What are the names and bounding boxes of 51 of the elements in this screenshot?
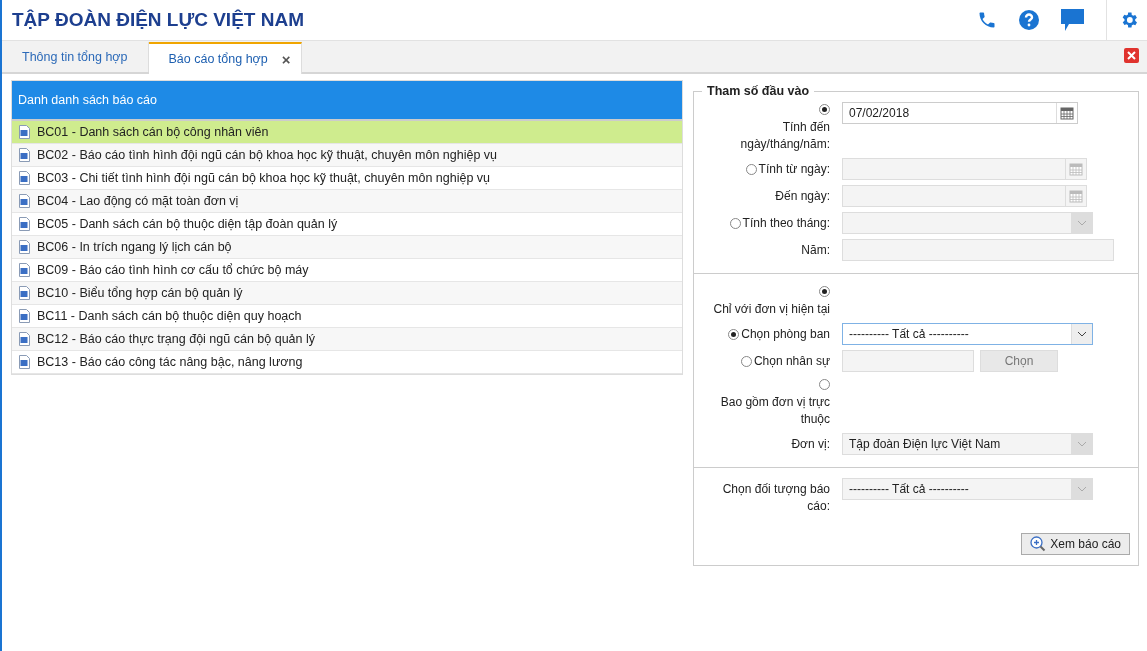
document-icon <box>18 125 31 139</box>
document-icon <box>18 332 31 346</box>
document-icon <box>18 309 31 323</box>
document-icon <box>18 171 31 185</box>
document-icon <box>18 217 31 231</box>
field-label: Đơn vị: <box>791 436 830 453</box>
field-label: Chọn đối tượng báo cáo: <box>721 481 830 515</box>
field-label: Năm: <box>801 242 830 259</box>
parameters-title: Tham số đầu vào <box>706 84 811 98</box>
calendar-icon[interactable] <box>1060 106 1074 120</box>
radio-button[interactable] <box>728 329 740 340</box>
report-list-item[interactable]: BC01 - Danh sách cán bộ công nhân viên <box>12 121 682 144</box>
document-icon <box>18 286 31 300</box>
report-list-item[interactable]: BC04 - Lao động có mặt toàn đơn vị <box>12 190 682 213</box>
document-icon <box>18 263 31 277</box>
document-icon <box>18 194 31 208</box>
zoom-in-icon <box>1030 536 1047 552</box>
view-report-button[interactable]: Xem báo cáo <box>1021 533 1130 555</box>
field-label: Chọn nhân sự <box>753 353 830 370</box>
close-icon[interactable] <box>1124 48 1139 63</box>
radio-button[interactable] <box>740 356 752 367</box>
report-list-item[interactable]: BC06 - In trích ngang lý lịch cán bộ <box>12 236 682 259</box>
organization-title: TẬP ĐOÀN ĐIỆN LỰC VIỆT NAM <box>12 9 304 31</box>
date-field[interactable]: 07/02/2018 <box>842 102 1078 124</box>
panel-title: Danh danh sách báo cáo <box>18 93 157 107</box>
radio-button[interactable] <box>819 286 830 297</box>
chat-icon[interactable] <box>1061 9 1084 31</box>
document-icon <box>18 148 31 162</box>
report-list-item[interactable]: BC10 - Biểu tổng hợp cán bộ quản lý <box>12 282 682 305</box>
report-list-item[interactable]: BC02 - Báo cáo tình hình đội ngũ cán bộ khoa học kỹ thuật, chuyên môn nghiệp vụ <box>12 144 682 167</box>
radio-button[interactable] <box>745 164 757 175</box>
report-list-item[interactable]: BC12 - Báo cáo thực trạng đội ngũ cán bộ quản lý <box>12 328 682 351</box>
tab[interactable]: Báo cáo tổng hợp × <box>148 42 302 74</box>
field-label: Bao gồm đơn vị trực thuộc <box>719 394 830 428</box>
dropdown-field[interactable]: ---------- Tất cả ---------- <box>842 323 1093 345</box>
document-icon <box>18 240 31 254</box>
radio-button[interactable] <box>729 218 741 229</box>
field-label: Đến ngày: <box>775 188 830 205</box>
field-label: Chỉ với đơn vị hiện tại <box>713 301 830 318</box>
phone-icon[interactable] <box>977 10 997 30</box>
chevron-down-icon[interactable] <box>1077 331 1087 337</box>
radio-button[interactable] <box>819 379 830 390</box>
tab[interactable]: Thông tin tổng hợp <box>2 42 149 72</box>
radio-button[interactable] <box>819 104 830 115</box>
field-label: Tính từ ngày: <box>758 161 830 178</box>
help-icon[interactable] <box>1019 10 1039 30</box>
close-tab-icon[interactable]: × <box>281 50 291 68</box>
field-label: Tính theo tháng: <box>742 215 830 232</box>
document-icon <box>18 355 31 369</box>
field-label: Tính đến ngày/tháng/năm: <box>739 119 830 153</box>
field-label: Chọn phòng ban <box>741 326 830 343</box>
